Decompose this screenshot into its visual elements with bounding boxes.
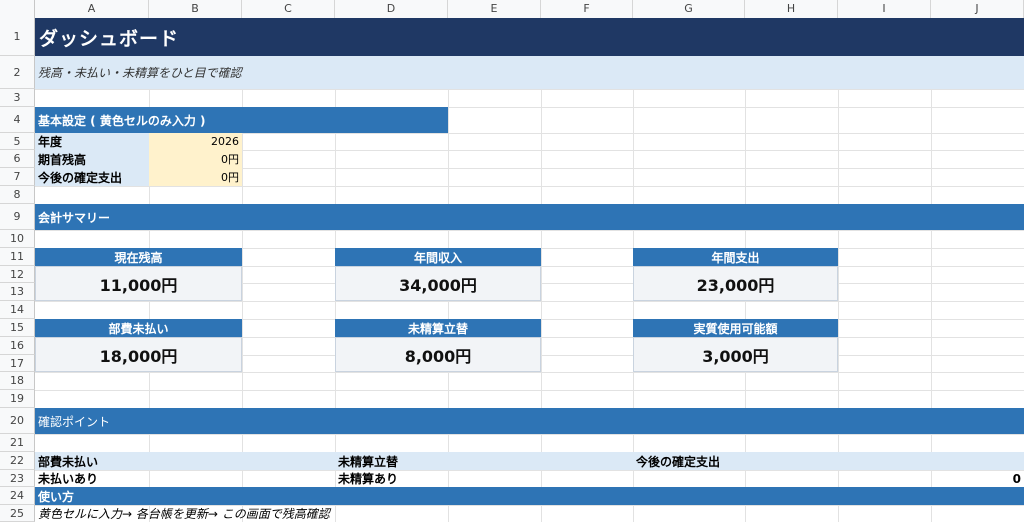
- row-header-1[interactable]: 1: [0, 18, 35, 56]
- row-header-12[interactable]: 12: [0, 266, 35, 283]
- point-header-unpaid[interactable]: 部費未払い: [35, 452, 335, 470]
- row-header-22[interactable]: 22: [0, 452, 35, 470]
- row-header-23[interactable]: 23: [0, 470, 35, 487]
- select-all-corner[interactable]: [0, 0, 35, 18]
- card-annual-expense-label[interactable]: 年間支出: [633, 248, 838, 266]
- card-annual-income-label[interactable]: 年間収入: [335, 248, 541, 266]
- card-unsettled-advance-value[interactable]: 8,000円: [335, 337, 541, 372]
- row-header-11[interactable]: 11: [0, 248, 35, 266]
- card-unpaid-dues-label[interactable]: 部費未払い: [35, 319, 242, 337]
- card-annual-income-value[interactable]: 34,000円: [335, 266, 541, 301]
- column-header-d[interactable]: D: [335, 0, 448, 18]
- row-header-17[interactable]: 17: [0, 355, 35, 372]
- setting-label-opening-balance[interactable]: 期首残高: [35, 150, 149, 168]
- dashboard-subtitle[interactable]: 残高・未払い・未精算をひと目で確認: [35, 56, 1024, 89]
- setting-input-year[interactable]: 2026: [149, 133, 242, 150]
- spreadsheet: A B C D E F G H I J 1 2 3 4 5 6 7 8 9 10…: [0, 0, 1024, 522]
- row-header-2[interactable]: 2: [0, 56, 35, 89]
- dashboard-title[interactable]: ダッシュボード: [35, 18, 1024, 56]
- row-header-8[interactable]: 8: [0, 186, 35, 204]
- row-header-7[interactable]: 7: [0, 168, 35, 186]
- usage-instructions[interactable]: 黄色セルに入力→ 各台帳を更新→ この画面で残高確認: [35, 505, 635, 522]
- column-header-j[interactable]: J: [931, 0, 1024, 18]
- setting-input-future-expense[interactable]: 0円: [149, 168, 242, 186]
- setting-label-year[interactable]: 年度: [35, 133, 149, 150]
- row-header-21[interactable]: 21: [0, 434, 35, 452]
- column-header-bar: A B C D E F G H I J: [35, 0, 1024, 19]
- row-header-9[interactable]: 9: [0, 204, 35, 230]
- row-header-3[interactable]: 3: [0, 89, 35, 107]
- card-available-amount-value[interactable]: 3,000円: [633, 337, 838, 372]
- card-unsettled-advance-label[interactable]: 未精算立替: [335, 319, 541, 337]
- point-value-future-expense[interactable]: 0: [931, 470, 1024, 487]
- row-header-20[interactable]: 20: [0, 408, 35, 434]
- row-header-10[interactable]: 10: [0, 230, 35, 248]
- settings-section-header[interactable]: 基本設定 ( 黄色セルのみ入力 ): [35, 107, 448, 133]
- card-annual-expense-value[interactable]: 23,000円: [633, 266, 838, 301]
- card-unpaid-dues-value[interactable]: 18,000円: [35, 337, 242, 372]
- setting-label-future-expense[interactable]: 今後の確定支出: [35, 168, 149, 186]
- row-header-18[interactable]: 18: [0, 372, 35, 390]
- column-header-b[interactable]: B: [149, 0, 242, 18]
- cell-grid[interactable]: ダッシュボード 残高・未払い・未精算をひと目で確認 基本設定 ( 黄色セルのみ入…: [35, 18, 1024, 522]
- row-header-6[interactable]: 6: [0, 150, 35, 168]
- column-header-c[interactable]: C: [242, 0, 335, 18]
- row-header-16[interactable]: 16: [0, 337, 35, 355]
- card-current-balance-label[interactable]: 現在残高: [35, 248, 242, 266]
- point-header-future-expense[interactable]: 今後の確定支出: [633, 452, 1024, 470]
- points-section-header[interactable]: 確認ポイント: [35, 408, 1024, 434]
- card-current-balance-value[interactable]: 11,000円: [35, 266, 242, 301]
- column-header-i[interactable]: I: [838, 0, 931, 18]
- column-header-h[interactable]: H: [745, 0, 838, 18]
- row-header-25[interactable]: 25: [0, 505, 35, 522]
- column-header-e[interactable]: E: [448, 0, 541, 18]
- setting-input-opening-balance[interactable]: 0円: [149, 150, 242, 168]
- point-value-unsettled[interactable]: 未精算あり: [335, 470, 633, 487]
- column-header-g[interactable]: G: [633, 0, 745, 18]
- row-header-24[interactable]: 24: [0, 487, 35, 505]
- point-value-unpaid[interactable]: 未払いあり: [35, 470, 335, 487]
- column-header-f[interactable]: F: [541, 0, 633, 18]
- row-header-5[interactable]: 5: [0, 133, 35, 150]
- row-header-15[interactable]: 15: [0, 319, 35, 337]
- row-header-19[interactable]: 19: [0, 390, 35, 408]
- point-header-unsettled[interactable]: 未精算立替: [335, 452, 633, 470]
- card-available-amount-label[interactable]: 実質使用可能額: [633, 319, 838, 337]
- row-header-13[interactable]: 13: [0, 283, 35, 301]
- row-header-4[interactable]: 4: [0, 107, 35, 133]
- row-header-14[interactable]: 14: [0, 301, 35, 319]
- column-header-a[interactable]: A: [35, 0, 149, 18]
- summary-section-header[interactable]: 会計サマリー: [35, 204, 1024, 230]
- usage-section-header[interactable]: 使い方: [35, 487, 1024, 505]
